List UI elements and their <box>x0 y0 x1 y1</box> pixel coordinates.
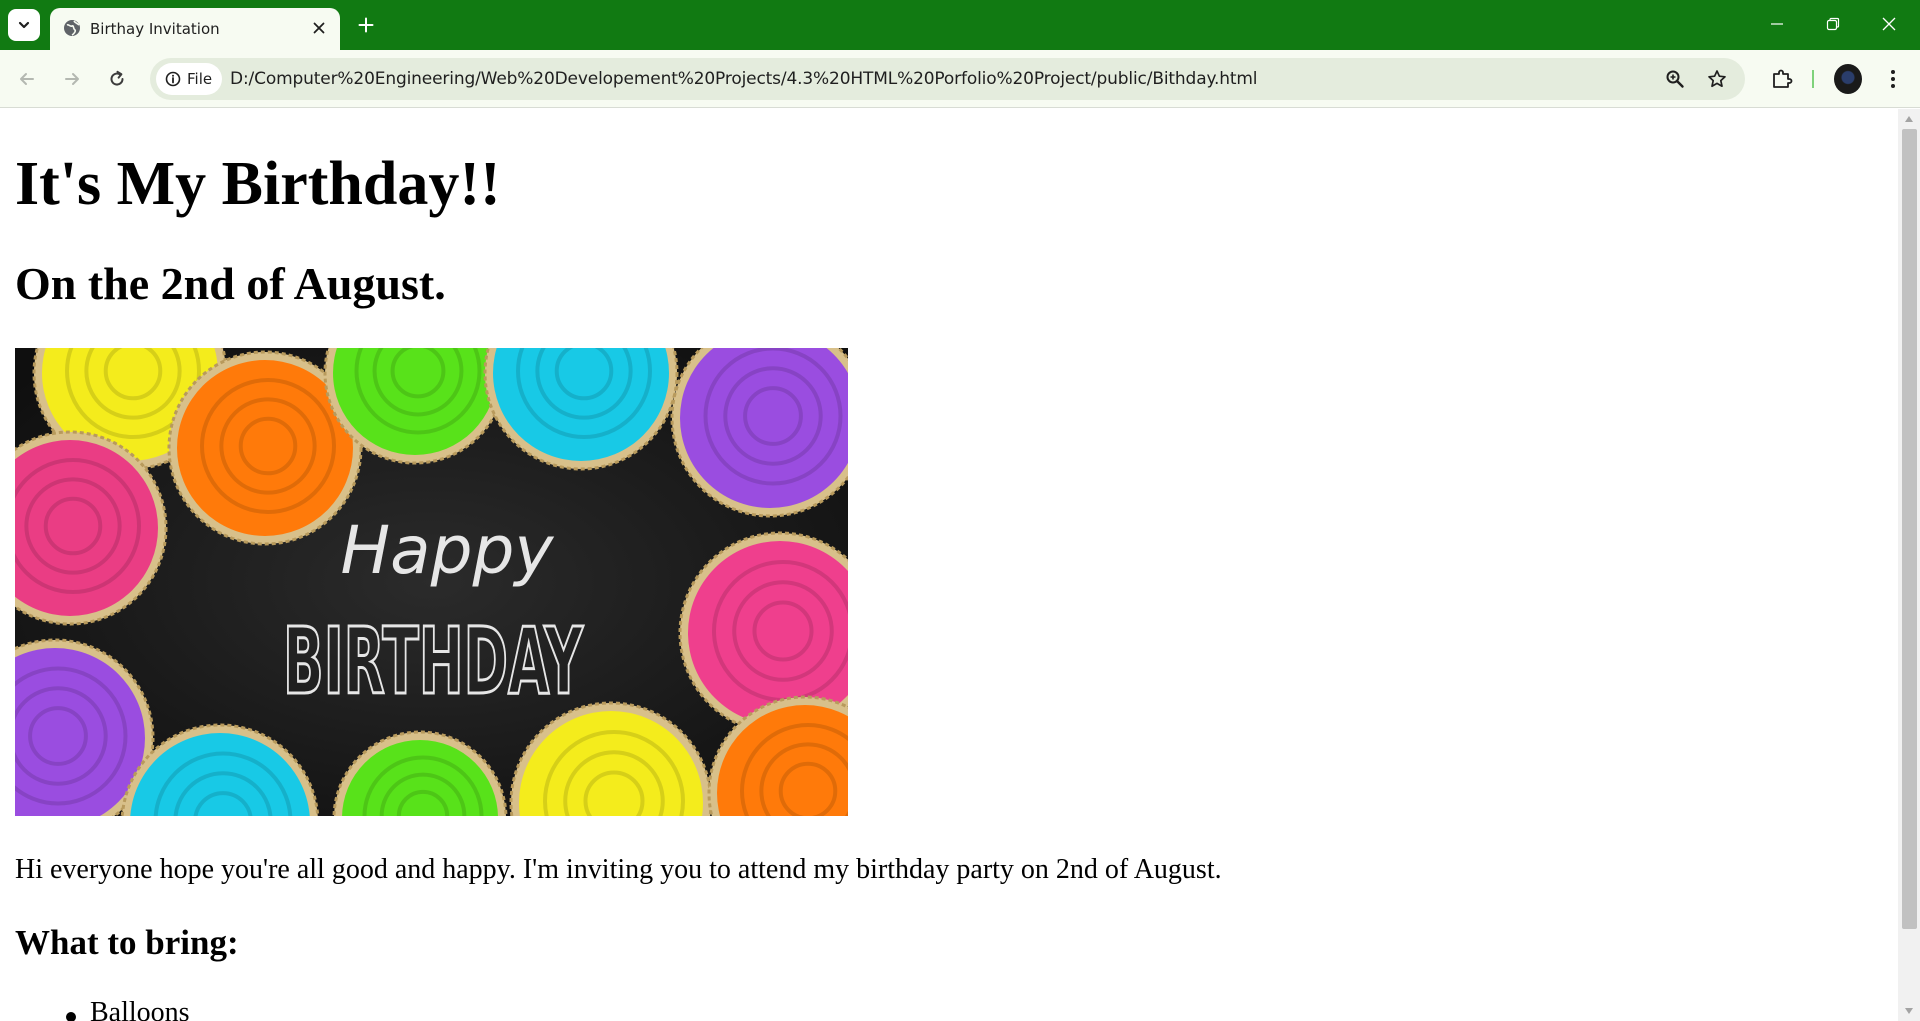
new-tab-button[interactable] <box>352 11 380 39</box>
list-item-text: Balloons <box>90 997 190 1021</box>
tab-strip: Birthay Invitation <box>0 0 1920 50</box>
birthday-banner-image: Happy BIRTHDAY <box>15 348 848 816</box>
what-to-bring-heading: What to bring: <box>15 923 239 962</box>
restore-button[interactable] <box>1806 0 1860 48</box>
banner-happy-text: Happy <box>341 512 555 589</box>
tab-title: Birthay Invitation <box>90 20 220 38</box>
info-icon <box>165 71 181 87</box>
restore-icon <box>1826 17 1840 31</box>
page-subheading: On the 2nd of August. <box>15 258 446 309</box>
bullet <box>66 1012 76 1021</box>
zoom-button[interactable] <box>1662 66 1688 92</box>
browser-toolbar: File D:/Computer%20Engineering/Web%20Dev… <box>0 50 1920 108</box>
page-viewport: It's My Birthday!! On the 2nd of August.… <box>0 109 1898 1021</box>
close-icon <box>313 22 325 34</box>
scroll-up-button[interactable] <box>1898 109 1920 129</box>
site-info-button[interactable]: File <box>156 63 222 95</box>
page-scrollbar[interactable] <box>1898 109 1920 1021</box>
triangle-down-icon <box>1905 1008 1913 1014</box>
close-window-button[interactable] <box>1862 0 1916 48</box>
banner-birthday-text: BIRTHDAY <box>283 608 584 715</box>
tab-active[interactable]: Birthay Invitation <box>50 8 340 50</box>
address-bar[interactable]: File D:/Computer%20Engineering/Web%20Dev… <box>150 58 1745 100</box>
reload-button[interactable] <box>100 62 134 96</box>
menu-button[interactable] <box>1878 64 1908 94</box>
chevron-down-icon <box>18 21 30 29</box>
back-button[interactable] <box>10 62 44 96</box>
url-text[interactable]: D:/Computer%20Engineering/Web%20Develope… <box>230 69 1257 89</box>
puzzle-icon <box>1773 69 1793 88</box>
scroll-thumb[interactable] <box>1902 129 1917 929</box>
plus-icon <box>358 17 374 33</box>
arrow-left-icon <box>20 73 34 85</box>
reload-icon <box>110 70 124 86</box>
zoom-icon <box>1666 70 1684 88</box>
forward-button[interactable] <box>55 62 89 96</box>
cupcakes-illustration: Happy BIRTHDAY <box>15 348 848 816</box>
tab-search-button[interactable] <box>8 9 40 41</box>
globe-icon <box>64 20 80 36</box>
bookmark-button[interactable] <box>1704 66 1730 92</box>
star-icon <box>1708 70 1726 88</box>
intro-paragraph: Hi everyone hope you're all good and hap… <box>15 854 1222 885</box>
profile-avatar[interactable] <box>1834 64 1862 94</box>
close-tab-button[interactable] <box>308 17 330 39</box>
page-heading: It's My Birthday!! <box>15 150 501 218</box>
toolbar-separator <box>1812 70 1814 88</box>
extensions-button[interactable] <box>1767 64 1797 94</box>
minimize-button[interactable] <box>1750 0 1804 48</box>
scroll-down-button[interactable] <box>1898 1001 1920 1021</box>
site-chip-label: File <box>187 70 213 88</box>
minimize-icon <box>1771 23 1783 25</box>
arrow-right-icon <box>65 73 79 85</box>
triangle-up-icon <box>1905 116 1913 122</box>
kebab-menu-icon <box>1891 70 1895 88</box>
close-icon <box>1882 17 1896 31</box>
